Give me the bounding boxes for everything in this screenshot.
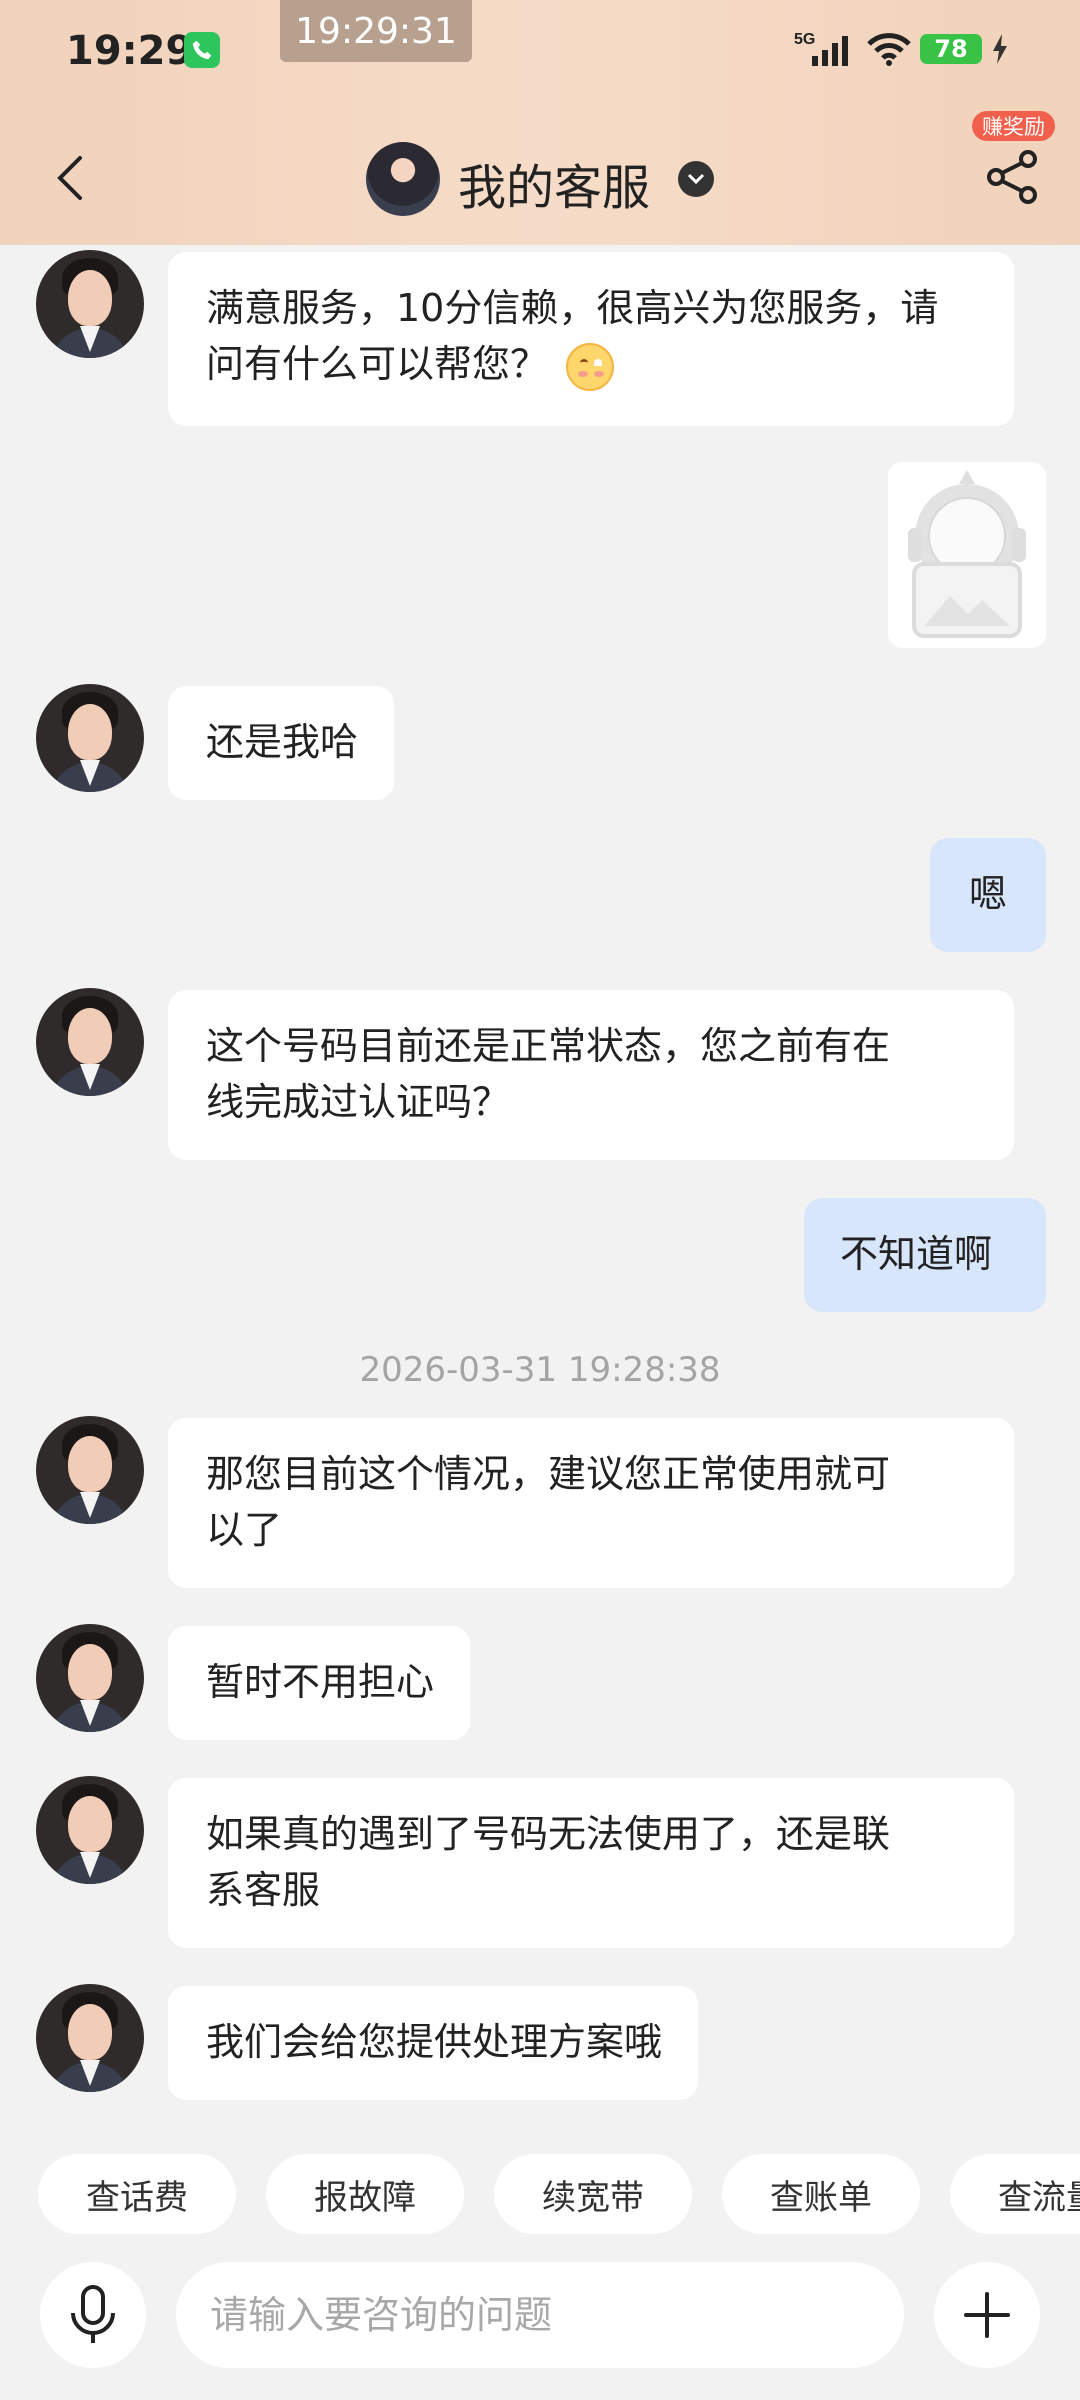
- phone-call-icon[interactable]: [184, 32, 220, 68]
- quick-action-row: 查话费 报故障 续宽带 查账单 查流量: [38, 2154, 1080, 2234]
- more-options-button[interactable]: [934, 2262, 1040, 2368]
- message-bubble-incoming[interactable]: 那您目前这个情况，建议您正常使用就可 以了: [168, 1418, 1014, 1588]
- message-text: 暂时不用担心: [206, 1660, 435, 1704]
- message-input-container[interactable]: [176, 2262, 904, 2368]
- message-bubble-incoming[interactable]: 满意服务，10分信赖，很高兴为您服务，请 问有什么可以帮您？: [168, 252, 1014, 426]
- reward-badge[interactable]: 赚奖励: [972, 111, 1055, 141]
- quick-action-fault-report[interactable]: 报故障: [266, 2154, 464, 2234]
- agent-avatar[interactable]: [36, 250, 144, 358]
- agent-avatar[interactable]: [36, 1984, 144, 2092]
- battery-indicator: 78: [920, 34, 982, 64]
- quick-action-statement[interactable]: 查账单: [722, 2154, 920, 2234]
- header: 19:29 19:29:31 5G 78 我的客服 赚奖励: [0, 0, 1080, 245]
- back-button[interactable]: [44, 150, 94, 206]
- quick-action-bill[interactable]: 查话费: [38, 2154, 236, 2234]
- charging-icon: [992, 34, 1008, 68]
- quick-action-data-usage[interactable]: 查流量: [950, 2154, 1080, 2234]
- message-line: 系客服: [206, 1868, 321, 1912]
- message-line: 这个号码目前还是正常状态，您之前有在: [206, 1024, 891, 1068]
- message-text: 不知道啊: [840, 1232, 993, 1276]
- quick-action-broadband-renew[interactable]: 续宽带: [494, 2154, 692, 2234]
- agent-avatar[interactable]: [36, 1416, 144, 1524]
- message-line: 问有什么可以帮您？: [206, 336, 978, 392]
- message-bubble-incoming[interactable]: 暂时不用担心: [168, 1626, 471, 1740]
- message-line: 满意服务，10分信赖，很高兴为您服务，请: [206, 286, 939, 330]
- message-bubble-incoming[interactable]: 如果真的遇到了号码无法使用了，还是联 系客服: [168, 1778, 1014, 1948]
- message-line: 以了: [206, 1508, 283, 1552]
- message-line: 那您目前这个情况，建议您正常使用就可: [206, 1452, 891, 1496]
- voice-input-button[interactable]: [40, 2262, 146, 2368]
- message-text: 还是我哈: [206, 720, 359, 764]
- message-text: 我们会给您提供处理方案哦: [206, 2020, 663, 2064]
- share-button[interactable]: [982, 146, 1044, 208]
- page-title[interactable]: 我的客服: [458, 148, 650, 218]
- agent-avatar[interactable]: [36, 1776, 144, 1884]
- image-message[interactable]: [888, 462, 1046, 648]
- message-bubble-outgoing[interactable]: 嗯: [930, 838, 1046, 952]
- message-input[interactable]: [210, 2293, 904, 2337]
- network-type-label: 5G: [794, 31, 815, 48]
- message-text: 嗯: [968, 872, 1007, 916]
- overlay-clock: 19:29:31: [280, 0, 472, 62]
- share-icon: [987, 150, 1037, 204]
- status-time: 19:29: [66, 28, 194, 74]
- message-bubble-incoming[interactable]: 还是我哈: [168, 686, 395, 800]
- agent-avatar[interactable]: [36, 1624, 144, 1732]
- message-timestamp: 2026-03-31 19:28:38: [359, 1350, 721, 1390]
- microphone-icon: [71, 2285, 115, 2343]
- chat-page: 19:29 19:29:31 5G 78 我的客服 赚奖励 满意服务，10分信赖…: [0, 0, 1080, 2400]
- agent-avatar[interactable]: [36, 988, 144, 1096]
- message-bubble-outgoing[interactable]: 不知道啊: [804, 1198, 1046, 1312]
- wifi-icon: [866, 32, 912, 70]
- cellular-signal-icon: 5G: [794, 30, 856, 74]
- agent-avatar[interactable]: [36, 684, 144, 792]
- chevron-left-icon: [57, 156, 82, 200]
- image-placeholder-icon: [908, 470, 1026, 638]
- plus-icon: [964, 2292, 1010, 2338]
- message-line: 如果真的遇到了号码无法使用了，还是联: [206, 1812, 891, 1856]
- agent-avatar-small: [366, 142, 440, 216]
- smiley-emoji-icon: [566, 342, 615, 391]
- chevron-down-icon[interactable]: [678, 161, 714, 197]
- message-line: 线完成过认证吗？: [206, 1080, 511, 1124]
- message-bubble-incoming[interactable]: 这个号码目前还是正常状态，您之前有在 线完成过认证吗？: [168, 990, 1014, 1160]
- message-text: 问有什么可以帮您？: [206, 342, 549, 386]
- message-bubble-incoming[interactable]: 我们会给您提供处理方案哦: [168, 1986, 699, 2100]
